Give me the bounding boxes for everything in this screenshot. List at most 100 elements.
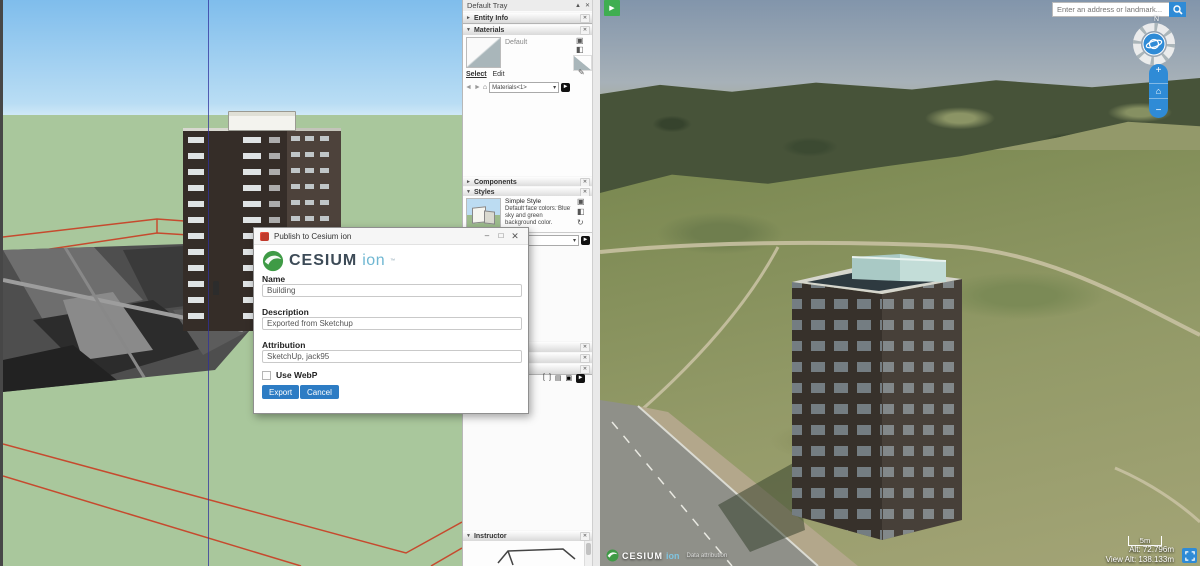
search-input[interactable] (1052, 2, 1169, 17)
attribution-label: Attribution (262, 340, 305, 350)
cesium-building[interactable] (792, 254, 962, 540)
name-label: Name (262, 274, 285, 284)
create-icon[interactable]: ▣ (566, 374, 573, 383)
back-icon[interactable]: ◄ (465, 84, 472, 91)
text-format-toolbar: [ ] ▤ ▣ ► (543, 374, 585, 383)
section-close-icon[interactable]: ✕ (580, 343, 590, 352)
webp-checkbox[interactable] (262, 371, 271, 380)
close-button[interactable]: ✕ (508, 231, 522, 242)
materials-tabs: Select Edit (466, 71, 505, 78)
fullscreen-button[interactable] (1182, 548, 1197, 563)
expanded-arrow-icon: ▼ (466, 27, 471, 33)
minimize-button[interactable]: – (480, 231, 494, 242)
expanded-arrow-icon: ▼ (466, 189, 471, 195)
create-style-icon[interactable]: ▣ (577, 198, 585, 206)
materials-close-icon[interactable]: ✕ (580, 26, 590, 35)
create-material-icon[interactable]: ▣ (576, 37, 584, 45)
style-paint-icon[interactable]: ◧ (577, 208, 585, 216)
materials-label: Materials (474, 27, 504, 34)
material-name: Default (505, 39, 527, 46)
cesium-scene (600, 0, 1200, 566)
name-field[interactable] (262, 284, 522, 297)
tab-select[interactable]: Select (466, 71, 487, 78)
materials-nav-row: ◄ ► ⌂ Materials<1> ▾ ► (465, 82, 570, 93)
style-preview-thumbnail[interactable] (466, 198, 501, 229)
tray-title: Default Tray (467, 1, 507, 10)
cesium-viewer[interactable]: ▶ N + ⌂ − (600, 0, 1200, 566)
cesium-credit[interactable]: CESIUM ion Data attribution (606, 549, 727, 562)
section-close-icon[interactable]: ✕ (580, 365, 590, 374)
trademark-mark: ™ (390, 258, 395, 264)
logo-brand-text: CESIUM (289, 252, 357, 270)
zoom-in-button[interactable]: + (1156, 66, 1162, 76)
instructor-scrollbar[interactable] (584, 541, 592, 566)
forward-icon[interactable]: ► (474, 84, 481, 91)
cesium-ion-logo: CESIUM ion ™ (262, 250, 395, 272)
tray-close-icon[interactable]: ✕ (585, 2, 590, 10)
geocoder-search (1052, 2, 1186, 17)
paint-bucket-icon[interactable]: ◧ (576, 46, 584, 54)
logo-product-text: ion (362, 252, 385, 270)
maximize-button[interactable]: □ (494, 231, 508, 242)
components-label: Components (474, 179, 517, 186)
cesium-ion-text: ion (666, 551, 680, 561)
style-description: Default face colors. Blue sky and green … (505, 206, 571, 227)
tab-edit[interactable]: Edit (492, 71, 504, 78)
dialog-title: Publish to Cesium ion (274, 232, 351, 241)
sidebar-toggle-button[interactable]: ▶ (604, 0, 620, 16)
secondary-pane-icon[interactable]: ► (561, 83, 570, 92)
pane-arrow-icon[interactable]: ► (576, 374, 585, 383)
home-icon[interactable]: ⌂ (483, 84, 487, 91)
altitude-readout: Alt: 72.796m (1129, 545, 1174, 554)
description-field[interactable] (262, 317, 522, 330)
webp-option: Use WebP (262, 370, 317, 380)
materials-collection-dropdown[interactable]: Materials<1> ▾ (489, 82, 559, 93)
zoom-out-button[interactable]: − (1156, 106, 1162, 116)
fullscreen-icon (1185, 551, 1195, 561)
section-entity-info[interactable]: ► Entity Info ✕ (463, 12, 593, 24)
entity-info-close-icon[interactable]: ✕ (580, 14, 590, 23)
sample-paint-dropper-icon[interactable]: ✎ (578, 69, 585, 77)
search-button[interactable] (1169, 2, 1186, 17)
description-label: Description (262, 307, 309, 317)
bracket-close-icon[interactable]: ] (549, 374, 551, 383)
tray-title-row: Default Tray ▲ ✕ (463, 0, 593, 11)
data-attribution[interactable]: Data attribution (687, 553, 728, 559)
cesium-globe-icon (262, 250, 284, 272)
instructor-panel-body (463, 541, 593, 566)
expanded-arrow-icon: ▼ (466, 533, 471, 539)
materials-panel-body: Default ▣ ◧ Select Edit ✎ ◄ ► ⌂ Material… (463, 35, 593, 177)
zoom-control: + ⌂ − (1149, 64, 1168, 118)
text-style-icon[interactable]: ▤ (555, 374, 562, 383)
blue-axis-line (208, 0, 209, 566)
tray-pin-icon[interactable]: ▲ (575, 2, 581, 10)
export-button[interactable]: Export (262, 385, 299, 399)
attribution-field[interactable] (262, 350, 522, 363)
update-style-icon[interactable]: ↻ (577, 219, 584, 227)
collection-value: Materials<1> (492, 85, 527, 91)
instructor-close-icon[interactable]: ✕ (580, 532, 590, 541)
zoom-home-button[interactable]: ⌂ (1149, 83, 1168, 99)
collapsed-arrow-icon: ► (466, 15, 471, 21)
search-icon (1173, 5, 1183, 15)
compass-control[interactable] (1132, 22, 1176, 66)
cesium-globe-icon (606, 549, 619, 562)
dialog-title-bar[interactable]: Publish to Cesium ion – □ ✕ (254, 228, 528, 245)
caret-down-icon: ▾ (573, 237, 576, 244)
cesium-logo-text: CESIUM (622, 551, 663, 561)
red-wireframe-lower (3, 444, 462, 566)
view-altitude-readout: View Alt: 138.133m (1106, 555, 1174, 564)
bracket-open-icon[interactable]: [ (543, 374, 545, 383)
scrollbar-thumb[interactable] (586, 543, 591, 555)
entity-info-label: Entity Info (474, 15, 508, 22)
section-close-icon[interactable]: ✕ (580, 354, 590, 363)
styles-secondary-pane-icon[interactable]: ► (581, 236, 590, 245)
caret-down-icon: ▾ (553, 84, 556, 91)
styles-label: Styles (474, 189, 495, 196)
material-preview-thumbnail[interactable] (466, 37, 501, 68)
play-icon: ▶ (609, 4, 614, 12)
webp-label: Use WebP (276, 370, 317, 380)
model-building-penthouse[interactable] (228, 111, 296, 131)
cancel-button[interactable]: Cancel (300, 385, 339, 399)
instructor-sketch (463, 541, 583, 566)
